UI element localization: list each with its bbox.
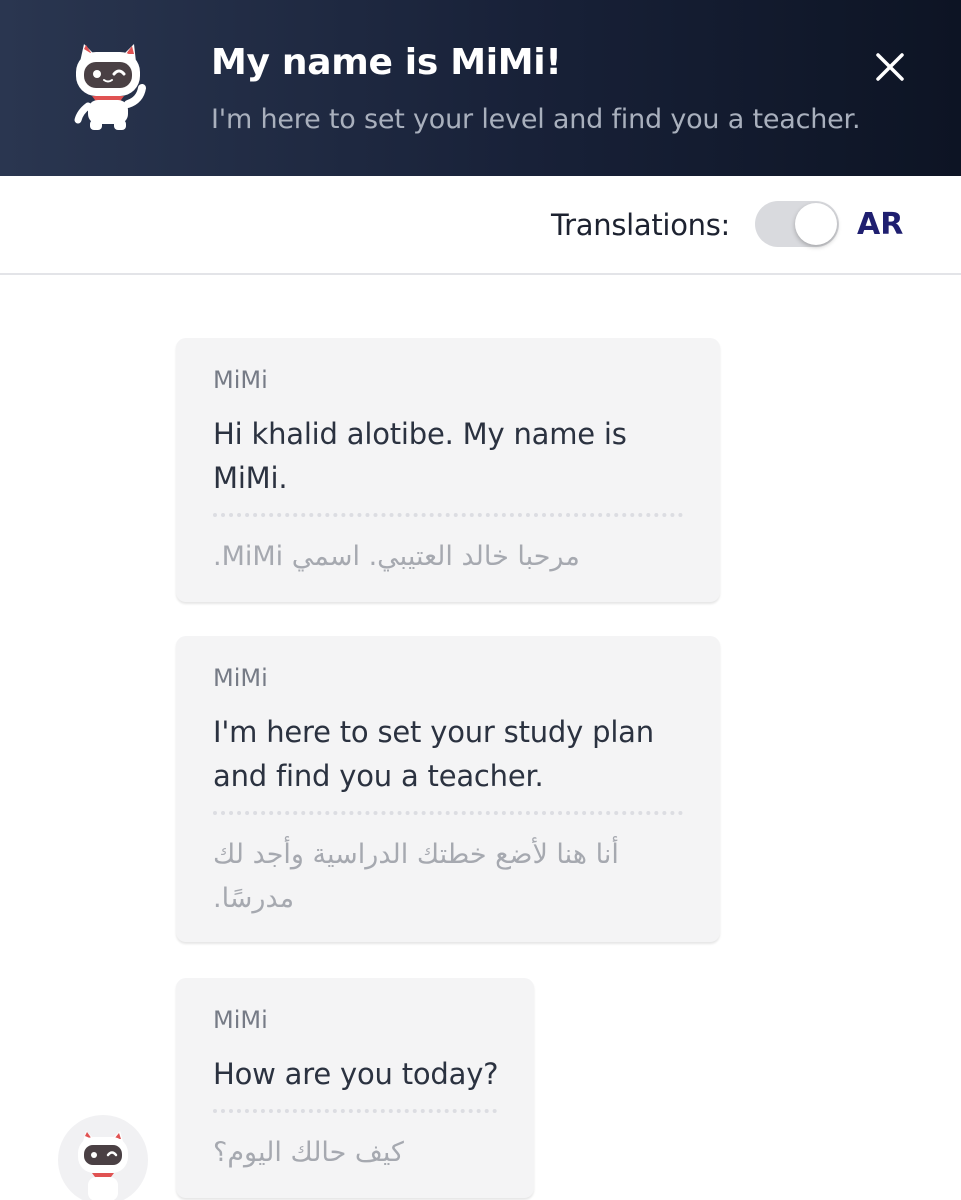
translation-language[interactable]: AR xyxy=(857,207,903,242)
header-title: My name is MiMi! xyxy=(211,42,562,83)
mimi-robot-cat-icon xyxy=(78,1131,128,1200)
translations-toggle[interactable] xyxy=(755,201,839,247)
message-bubble: MiMi How are you today? كيف حالك اليوم؟ xyxy=(176,978,534,1198)
message-bubble: MiMi Hi khalid alotibe. My name is MiMi.… xyxy=(176,338,720,602)
message-sender: MiMi xyxy=(213,664,268,692)
message-sender: MiMi xyxy=(213,1006,268,1034)
translations-label: Translations: xyxy=(551,208,730,242)
message-text-line: MiMi. xyxy=(213,461,288,495)
translation-divider xyxy=(213,1109,497,1113)
chat-header: My name is MiMi! I'm here to set your le… xyxy=(0,0,961,176)
close-icon[interactable] xyxy=(870,47,910,87)
translation-divider xyxy=(213,811,683,815)
translation-divider xyxy=(213,513,683,517)
message-text-line: I'm here to set your study plan xyxy=(213,715,654,749)
message-text-line: and find you a teacher. xyxy=(213,759,544,793)
message-text-line: Hi khalid alotibe. My name is xyxy=(213,417,627,451)
mimi-avatar xyxy=(58,1115,148,1200)
translations-bar: Translations: AR xyxy=(0,176,961,275)
toggle-knob xyxy=(795,203,837,245)
message-sender: MiMi xyxy=(213,366,268,394)
message-translation: أنا هنا لأضع خطتك الدراسية وأجد لك xyxy=(213,839,619,870)
message-translation: كيف حالك اليوم؟ xyxy=(213,1137,404,1168)
close-button[interactable] xyxy=(870,47,910,87)
message-text-line: How are you today? xyxy=(213,1057,499,1091)
message-translation: مرحبا خالد العتيبي. اسمي MiMi. xyxy=(213,541,580,572)
header-subtitle: I'm here to set your level and find you … xyxy=(211,104,861,135)
mimi-robot-cat-icon xyxy=(66,40,150,132)
message-translation: مدرسًا. xyxy=(213,883,295,914)
message-bubble: MiMi I'm here to set your study plan and… xyxy=(176,636,720,942)
